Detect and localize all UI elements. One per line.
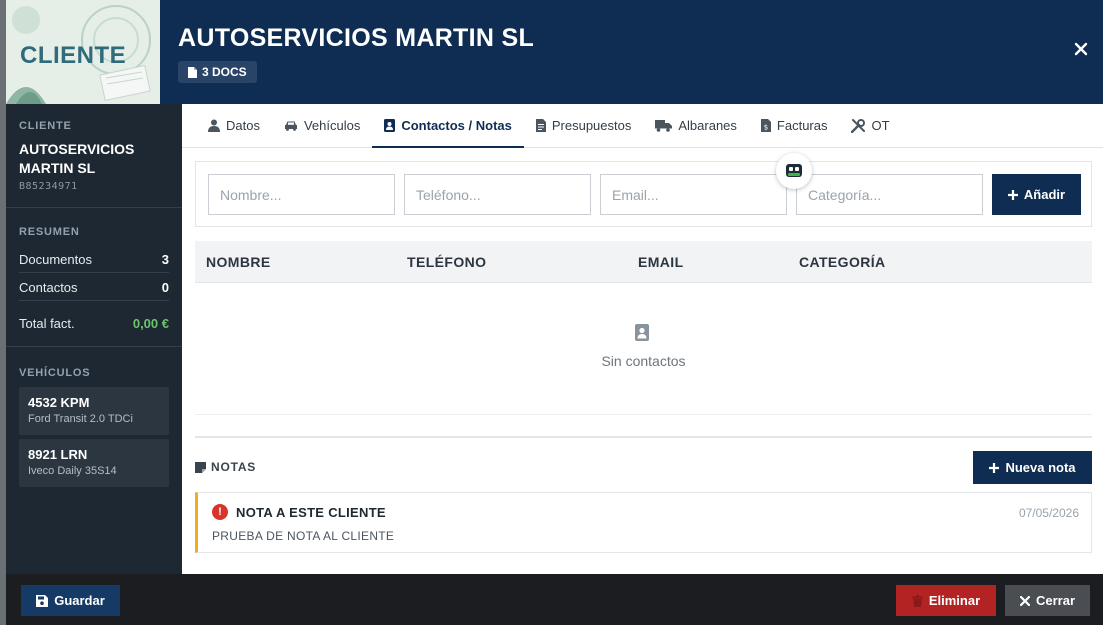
- sidebar-client-id: B85234971: [19, 181, 78, 192]
- tab-label: Facturas: [776, 118, 828, 133]
- contact-form: Añadir: [195, 161, 1092, 227]
- address-book-icon: [635, 324, 649, 341]
- name-input[interactable]: [208, 174, 395, 215]
- tab-facturas[interactable]: $ Facturas: [749, 104, 840, 147]
- trash-icon: [911, 594, 923, 607]
- contacts-table-body: Sin contactos: [195, 283, 1092, 415]
- docs-badge-label: 3 DOCS: [202, 65, 247, 79]
- tab-label: Vehículos: [303, 118, 361, 133]
- vehicle-plate: 4532 KPM: [28, 395, 90, 410]
- thumbnail-label: CLIENTE: [20, 42, 127, 69]
- docs-badge: 3 DOCS: [178, 61, 257, 83]
- note-icon: [195, 461, 206, 473]
- document-icon: [535, 119, 546, 132]
- svg-text:$: $: [764, 124, 768, 132]
- plus-icon: [1007, 189, 1018, 200]
- sidebar-client-section: CLIENTE: [19, 120, 72, 132]
- new-note-button[interactable]: Nueva nota: [973, 451, 1092, 484]
- client-sidebar: CLIENTE AUTOSERVICIOS MARTIN SL B8523497…: [6, 104, 182, 574]
- assistant-icon[interactable]: [776, 153, 812, 189]
- add-contact-button[interactable]: Añadir: [992, 174, 1081, 215]
- sidebar-divider: [6, 346, 182, 347]
- user-icon: [208, 119, 220, 132]
- vehicle-model: Ford Transit 2.0 TDCi: [28, 413, 133, 425]
- summary-label: Total fact.: [19, 316, 75, 331]
- client-thumbnail: CLIENTE: [6, 0, 160, 104]
- vehicle-plate: 8921 LRN: [28, 447, 88, 462]
- summary-row-documents: Documentos 3: [19, 246, 169, 273]
- column-header-categoria: CATEGORÍA: [799, 254, 886, 270]
- summary-label: Contactos: [19, 279, 78, 295]
- tab-bar: Datos Vehículos Contactos / Notas Presup…: [182, 104, 1103, 148]
- delete-label: Eliminar: [928, 593, 981, 608]
- tab-label: Presupuestos: [551, 118, 632, 133]
- page-title: AUTOSERVICIOS MARTIN SL: [178, 24, 535, 52]
- add-contact-label: Añadir: [1023, 187, 1066, 202]
- modal-footer: Guardar Eliminar Cerrar: [6, 574, 1103, 625]
- close-button[interactable]: Cerrar: [1005, 585, 1090, 616]
- close-label: Cerrar: [1035, 593, 1076, 608]
- contacts-table-header: NOMBRE TELÉFONO EMAIL CATEGORÍA: [195, 241, 1092, 283]
- vehicle-card[interactable]: 4532 KPM Ford Transit 2.0 TDCi: [19, 387, 169, 435]
- summary-row-contacts: Contactos 0: [19, 274, 169, 301]
- tab-label: Albaranes: [678, 118, 737, 133]
- close-icon[interactable]: [1071, 40, 1091, 60]
- note-title: NOTA A ESTE CLIENTE: [236, 505, 386, 520]
- tab-contactos-notas[interactable]: Contactos / Notas: [372, 104, 524, 148]
- sidebar-client-name: AUTOSERVICIOS MARTIN SL: [19, 141, 135, 176]
- email-input[interactable]: [600, 174, 787, 215]
- column-header-telefono: TELÉFONO: [407, 254, 487, 270]
- tab-label: Contactos / Notas: [401, 118, 512, 133]
- invoice-icon: $: [760, 119, 771, 132]
- save-label: Guardar: [54, 593, 105, 608]
- note-body: PRUEBA DE NOTA AL CLIENTE: [212, 529, 395, 543]
- vehicle-model: Iveco Daily 35S14: [28, 465, 117, 477]
- new-note-label: Nueva nota: [1005, 460, 1076, 475]
- sidebar-divider: [6, 207, 182, 208]
- tab-label: OT: [871, 118, 890, 133]
- column-header-email: EMAIL: [638, 254, 684, 270]
- tab-ot[interactable]: OT: [839, 104, 901, 147]
- category-input[interactable]: [796, 174, 983, 215]
- tools-icon: [851, 118, 866, 133]
- summary-row-total: Total fact. 0,00 €: [19, 310, 169, 337]
- tab-datos[interactable]: Datos: [196, 104, 272, 147]
- summary-value: 0: [161, 279, 169, 295]
- note-date: 07/05/2026: [1018, 506, 1079, 520]
- alert-icon: !: [212, 504, 228, 520]
- tab-vehiculos[interactable]: Vehículos: [272, 104, 372, 147]
- tab-albaranes[interactable]: Albaranes: [643, 104, 749, 147]
- sidebar-vehicles-section: VEHÍCULOS: [19, 367, 91, 379]
- note-card[interactable]: ! NOTA A ESTE CLIENTE 07/05/2026 PRUEBA …: [195, 492, 1092, 553]
- car-icon: [284, 121, 297, 131]
- document-icon: [188, 66, 197, 78]
- tab-label: Datos: [226, 118, 260, 133]
- empty-state-text: Sin contactos: [601, 353, 686, 369]
- tab-presupuestos[interactable]: Presupuestos: [524, 104, 644, 147]
- phone-input[interactable]: [404, 174, 591, 215]
- client-modal: CLIENTE AUTOSERVICIOS MARTIN SL 3 DOCS C…: [6, 0, 1103, 625]
- truck-icon: [655, 119, 673, 132]
- column-header-nombre: NOMBRE: [206, 254, 271, 270]
- save-icon: [36, 594, 49, 607]
- save-button[interactable]: Guardar: [21, 585, 120, 616]
- summary-value: 0,00 €: [132, 316, 169, 331]
- notes-title-label: NOTAS: [211, 460, 257, 474]
- close-icon: [1019, 595, 1030, 606]
- summary-value: 3: [161, 251, 169, 267]
- modal-header: CLIENTE AUTOSERVICIOS MARTIN SL 3 DOCS: [6, 0, 1103, 104]
- summary-label: Documentos: [19, 251, 92, 267]
- vehicle-card[interactable]: 8921 LRN Iveco Daily 35S14: [19, 439, 169, 487]
- address-book-icon: [384, 119, 396, 132]
- notes-section-title: NOTAS: [195, 460, 256, 474]
- plus-icon: [989, 462, 1000, 473]
- delete-button[interactable]: Eliminar: [896, 585, 996, 616]
- sidebar-summary-section: RESUMEN: [19, 226, 80, 238]
- section-divider: [195, 436, 1092, 438]
